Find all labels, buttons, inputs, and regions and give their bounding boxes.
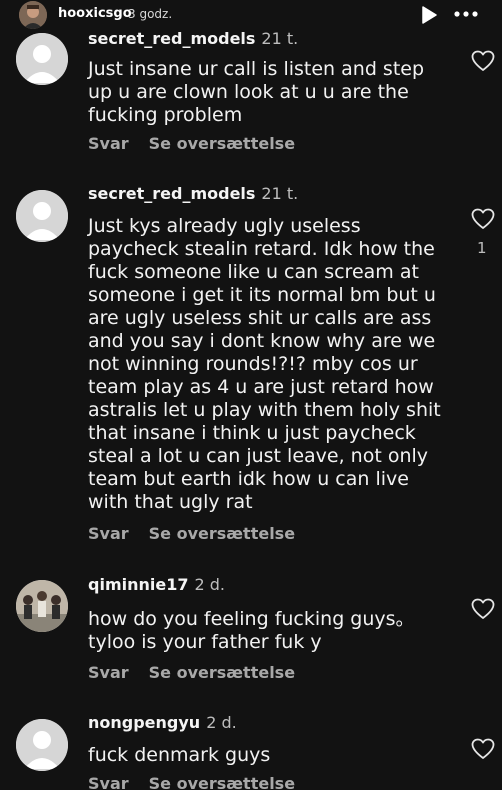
default-avatar-icon [16, 719, 68, 771]
like-button[interactable] [471, 598, 495, 620]
story-user-avatar[interactable] [19, 1, 47, 29]
avatar[interactable] [16, 33, 68, 85]
avatar[interactable] [16, 719, 68, 771]
comment-time: 2 d. [194, 575, 225, 594]
comment-actions: Svar Se oversættelse [88, 524, 295, 543]
comment-text: fuck denmark guys [88, 744, 271, 766]
comment-username-line: secret_red_models 21 t. [88, 184, 298, 203]
group-photo-icon [16, 580, 68, 632]
like-button[interactable] [471, 738, 495, 760]
play-button[interactable] [421, 6, 437, 24]
see-translation-button[interactable]: Se oversættelse [149, 663, 295, 682]
comment-time: 2 d. [206, 713, 237, 732]
avatar[interactable] [16, 190, 68, 242]
heart-icon [471, 738, 495, 759]
story-comments-screen: hooxicsgo 3 godz. secret_red_models 21 t. [0, 0, 502, 790]
comment-time: 21 t. [261, 184, 299, 203]
comment-username-line: secret_red_models 21 t. [88, 29, 298, 48]
comment-text: Just kys already ugly useless paycheck s… [88, 215, 441, 513]
like-button[interactable] [471, 208, 495, 230]
person-photo-icon [19, 1, 47, 29]
see-translation-button[interactable]: Se oversættelse [149, 134, 295, 153]
default-avatar-icon [16, 190, 68, 242]
heart-icon [471, 208, 495, 229]
comment-username[interactable]: qiminnie17 [88, 575, 188, 594]
play-icon [422, 6, 437, 24]
story-time: 3 godz. [128, 7, 173, 21]
more-options-button[interactable] [452, 3, 480, 25]
heart-icon [471, 50, 495, 71]
see-translation-button[interactable]: Se oversættelse [149, 774, 295, 790]
reply-button[interactable]: Svar [88, 134, 129, 153]
see-translation-button[interactable]: Se oversættelse [149, 524, 295, 543]
comment-actions: Svar Se oversættelse [88, 134, 295, 153]
reply-button[interactable]: Svar [88, 663, 129, 682]
story-username[interactable]: hooxicsgo [58, 6, 132, 21]
avatar[interactable] [16, 580, 68, 632]
like-count: 1 [477, 239, 487, 257]
comment-time: 21 t. [261, 29, 299, 48]
reply-button[interactable]: Svar [88, 524, 129, 543]
comment-username[interactable]: secret_red_models [88, 29, 255, 48]
reply-button[interactable]: Svar [88, 774, 129, 790]
story-header: hooxicsgo 3 godz. [0, 0, 502, 30]
comment-username[interactable]: secret_red_models [88, 184, 255, 203]
comment-username-line: qiminnie17 2 d. [88, 575, 225, 594]
comment-username[interactable]: nongpengyu [88, 713, 200, 732]
more-icon [454, 11, 478, 17]
comment-text: Just insane ur call is listen and step u… [88, 58, 425, 126]
like-button[interactable] [471, 50, 495, 72]
comment-text: how do you feeling fucking guys。 tyloo i… [88, 608, 415, 653]
comment-actions: Svar Se oversættelse [88, 774, 295, 790]
default-avatar-icon [16, 33, 68, 85]
comment-actions: Svar Se oversættelse [88, 663, 295, 682]
heart-icon [471, 598, 495, 619]
comment-username-line: nongpengyu 2 d. [88, 713, 237, 732]
